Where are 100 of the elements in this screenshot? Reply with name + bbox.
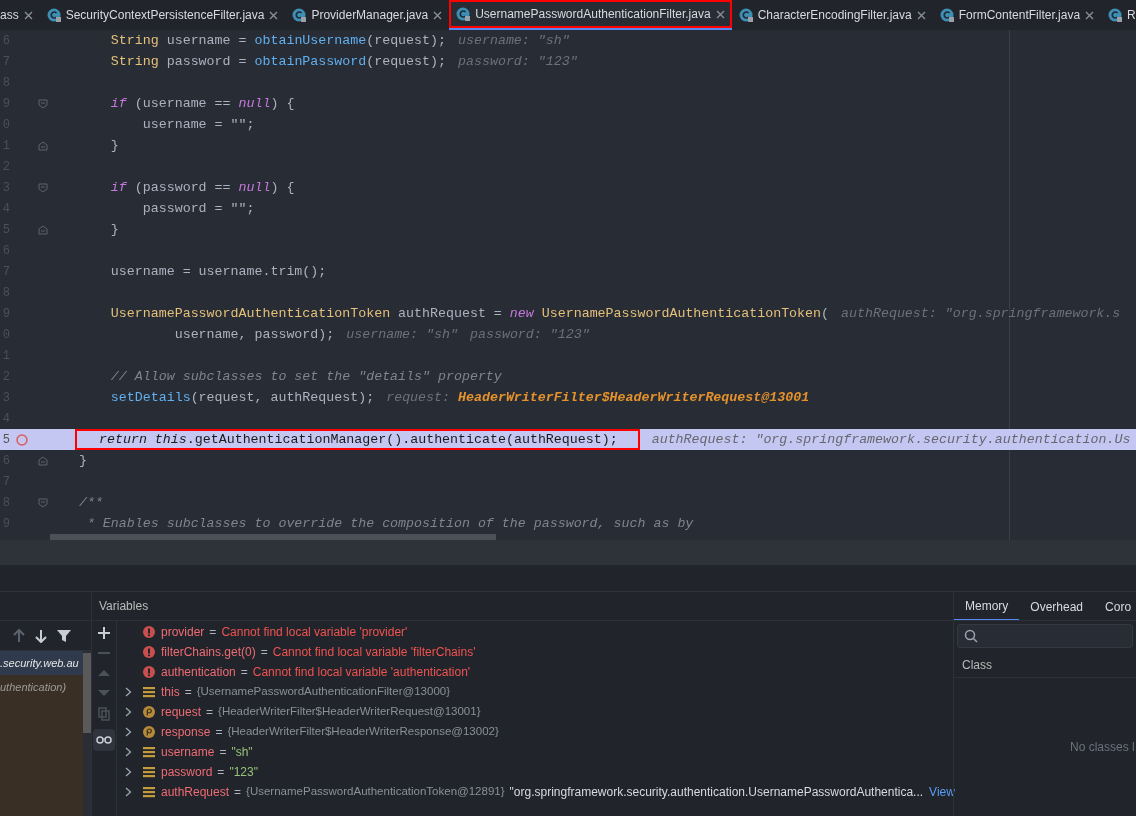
code-token: } [77, 451, 87, 470]
code-token: (request); [366, 52, 446, 71]
variable-name: this [161, 684, 180, 701]
code-token: username, password); [173, 325, 335, 344]
equals-sign: = [217, 764, 225, 781]
panel-tab[interactable]: Overhead [1019, 592, 1095, 620]
variable-value: Cannot find local variable 'filterChains' [272, 644, 476, 661]
inline-hint: authRequest: "org.springframework.security.authentication.Us [651, 430, 1131, 449]
class-file-icon [456, 7, 471, 21]
inline-hint: authRequest: "org.springframework.s [841, 304, 1121, 323]
close-icon[interactable] [23, 10, 33, 20]
variable-name: authRequest [161, 784, 230, 801]
equals-sign: = [240, 664, 248, 681]
close-icon[interactable] [916, 10, 926, 20]
scrollbar-thumb[interactable] [83, 653, 91, 733]
highlighted-code: return this.getAuthenticationManager().authenticate(authRequest); [75, 429, 640, 450]
code-token: username = ""; [141, 115, 255, 134]
code-token: (username == [133, 94, 232, 113]
plus-icon[interactable] [98, 627, 110, 639]
equals-sign: = [206, 704, 214, 721]
stack-frame[interactable]: .security.web.au [0, 651, 83, 675]
filter-icon[interactable] [57, 628, 71, 643]
class-file-icon [1108, 8, 1123, 22]
equals-sign: = [219, 744, 227, 761]
code-token: password = ""; [141, 199, 255, 218]
code-token: authRequest = [397, 304, 503, 323]
search-field[interactable] [957, 624, 1133, 648]
search-icon [964, 629, 978, 643]
file-tab[interactable]: CharacterEncodingFilter.java [731, 0, 933, 30]
variable-value: {HeaderWriterFilter$HeaderWriterRequest@13001} [218, 704, 481, 720]
equals-sign: = [209, 624, 217, 641]
code-comment: * Enables subclasses to override the composition of the password, such as by [85, 514, 694, 533]
code-token: username = [165, 31, 248, 50]
code-token: obtainPassword [254, 52, 367, 71]
stack-frame[interactable]: uthentication) [0, 675, 83, 699]
code-token: obtainUsername [254, 31, 367, 50]
code-token: if [109, 94, 127, 113]
equals-sign: = [260, 644, 268, 661]
code-token: if [109, 178, 127, 197]
class-file-icon [46, 8, 61, 22]
code-token: String [109, 52, 159, 71]
variable-value: Cannot find local variable 'provider' [221, 624, 408, 641]
code-token: null [238, 178, 271, 197]
code-comment: /** [77, 493, 103, 512]
class-file-icon [939, 8, 954, 22]
file-tab[interactable]: FormContentFilter.java [932, 0, 1102, 30]
variable-name: provider [161, 624, 205, 641]
column-header: Class [962, 656, 992, 674]
equals-sign: = [184, 684, 192, 701]
file-tab[interactable]: UsernamePasswordAuthenticationFilter.java [449, 0, 732, 30]
file-tab[interactable]: ProviderManager.java [285, 0, 450, 30]
variable-name: username [161, 744, 215, 761]
close-icon[interactable] [715, 9, 725, 19]
close-icon[interactable] [1085, 10, 1095, 20]
code-token: password = [165, 52, 248, 71]
file-tab[interactable]: ass [0, 0, 40, 30]
inline-hint: username: "sh" [346, 325, 458, 344]
variable-value: {UsernamePasswordAuthenticationFilter@13000} [196, 684, 451, 700]
variable-name: filterChains.get(0) [161, 644, 256, 661]
code-token: } [109, 136, 119, 155]
equals-sign: = [234, 784, 242, 801]
arrow-down-icon[interactable] [35, 628, 47, 643]
glasses-icon [96, 736, 112, 744]
inline-hint: request: [386, 388, 450, 407]
variable-value: Cannot find local variable 'authentication' [252, 664, 471, 681]
file-tab[interactable]: SecurityContextPersistenceFilter.java [39, 0, 286, 30]
code-token: (request, authRequest); [190, 388, 375, 407]
variable-value: "123" [229, 764, 258, 781]
arrow-up-icon[interactable] [13, 628, 25, 643]
code-token: new [509, 304, 534, 323]
code-token: UsernamePasswordAuthenticationToken [540, 304, 822, 323]
code-token: null [238, 94, 271, 113]
close-icon[interactable] [269, 10, 279, 20]
inline-hint: password: "123" [458, 52, 578, 71]
variable-value: "sh" [231, 744, 253, 761]
view-link[interactable]: View [929, 783, 955, 801]
code-token: } [109, 220, 119, 239]
empty-message: No classes l [1070, 739, 1135, 756]
inline-hint: username: "sh" [458, 31, 570, 50]
code-token: (request); [366, 31, 446, 50]
file-tab[interactable]: R [1101, 0, 1136, 30]
class-file-icon [292, 8, 307, 22]
variable-name: response [161, 724, 211, 741]
close-icon[interactable] [433, 10, 443, 20]
code-token: (password == [133, 178, 232, 197]
variable-value: {HeaderWriterFilter$HeaderWriterResponse@13002} [227, 724, 499, 740]
variable-name: password [161, 764, 213, 781]
variable-value: "org.springframework.security.authentication.UsernamePasswordAuthentica... [509, 784, 924, 801]
code-token: String [109, 31, 159, 50]
inline-hint: HeaderWriterFilter$HeaderWriterRequest@13001 [458, 388, 810, 407]
code-token: ( [821, 304, 830, 323]
glasses-button[interactable] [93, 729, 115, 751]
variable-name: request [161, 704, 202, 721]
inline-hint: password: "123" [470, 325, 590, 344]
variable-name: authentication [161, 664, 236, 681]
panel-tab[interactable]: Coro [1094, 592, 1136, 620]
code-comment: // Allow subclasses to set the "details" property [109, 367, 502, 386]
panel-tab[interactable]: Memory [954, 592, 1020, 620]
equals-sign: = [215, 724, 223, 741]
scrollbar-thumb[interactable] [50, 534, 496, 540]
